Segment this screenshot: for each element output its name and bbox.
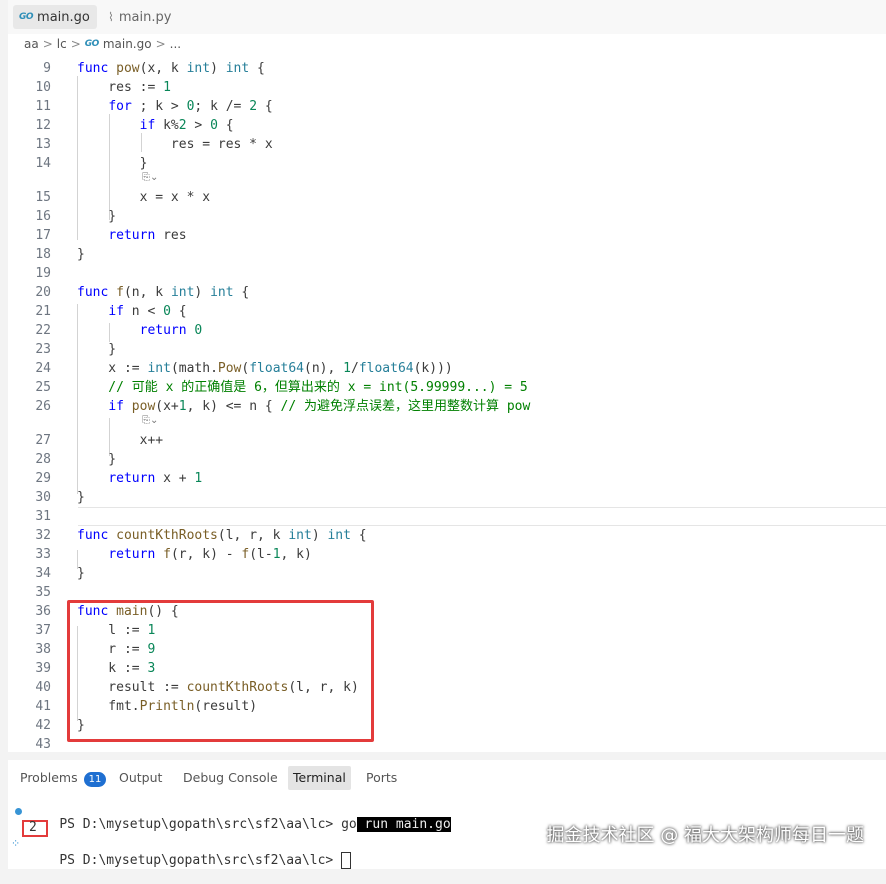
code-line: 18}: [35, 247, 85, 262]
chevron-right-icon: >: [70, 37, 81, 51]
tab-main-py[interactable]: ⌇ main.py: [102, 5, 182, 29]
code-line: 33 return f(r, k) - f(l-1, k): [35, 547, 312, 562]
code-text: }: [77, 209, 117, 224]
code-line: 16 }: [35, 209, 117, 224]
code-line: 29 return x + 1: [35, 471, 203, 486]
code-line: 27 x++: [35, 433, 164, 448]
tab-label: main.py: [118, 9, 172, 25]
tab-ports[interactable]: Ports: [366, 766, 397, 790]
code-line: 13 res = res * x: [35, 137, 273, 152]
terminal-selection: run main.go: [356, 817, 451, 832]
tab-label: Problems: [20, 770, 78, 785]
terminal-prompt: PS D:\mysetup\gopath\src\sf2\aa\lc>: [59, 853, 342, 868]
code-text: if k%2 > 0 {: [139, 118, 234, 133]
bottom-panel: Problems 11 Output Debug Console Termina…: [8, 760, 886, 869]
code-text: x = x * x: [77, 190, 211, 205]
code-line: 17 return res: [35, 228, 187, 243]
breadcrumb-item[interactable]: lc: [57, 37, 67, 51]
code-text: }: [77, 452, 117, 467]
code-line: 32 func countKthRoots(l, r, k int) int {: [35, 528, 367, 543]
terminal-output: 2: [29, 820, 37, 835]
code-line: 25 // 可能 x 的正确值是 6，但算出来的 x = int(5.99999…: [35, 380, 528, 395]
code-text: func f(n, k int) int {: [77, 285, 250, 300]
code-text: }: [77, 490, 85, 505]
terminal-cursor: [341, 852, 352, 869]
code-text: }: [77, 342, 117, 357]
code-line: 19: [35, 266, 51, 281]
code-text: }: [77, 156, 148, 171]
code-text: }: [77, 566, 85, 581]
panel-tab-bar: Problems 11 Output Debug Console Termina…: [8, 766, 886, 790]
watermark: 掘金技术社区 @ 福大大架构师每日一题: [546, 825, 864, 846]
editor-tab-bar: GO main.go ⌇ main.py: [8, 0, 886, 34]
go-file-icon: GO: [84, 39, 100, 49]
chevron-right-icon: >: [155, 37, 166, 51]
code-text: return f(r, k) - f(l-1, k): [108, 547, 312, 562]
code-line: 24 x := int(math.Pow(float64(n), 1/float…: [35, 361, 453, 376]
code-comment: // 可能 x 的正确值是 6，但算出来的 x = int(5.99999...…: [77, 380, 528, 395]
code-editor[interactable]: 9 func pow(x, k int) int { 10 res := 1 11…: [8, 54, 886, 752]
code-line: 10 res := 1: [35, 80, 171, 95]
code-line: 23 }: [35, 342, 117, 357]
code-line: 12 if k%2 > 0 {: [35, 118, 234, 133]
code-line: 34}: [35, 566, 85, 581]
tab-terminal[interactable]: Terminal: [288, 766, 351, 790]
terminal-command: go: [341, 817, 357, 832]
code-text: func countKthRoots(l, r, k int) int {: [77, 528, 367, 543]
copilot-hint-icon[interactable]: ⎘⌄: [142, 415, 158, 426]
code-text: func pow(x, k int) int {: [77, 61, 265, 76]
code-line: 15 x = x * x: [35, 190, 211, 205]
breadcrumb-item[interactable]: main.go: [103, 37, 152, 51]
code-line: 21 if n < 0 {: [35, 304, 187, 319]
panel-divider[interactable]: [8, 752, 886, 760]
tab-debug-console[interactable]: Debug Console: [183, 766, 278, 790]
code-line: 11 for ; k > 0; k /= 2 {: [35, 99, 273, 114]
code-text: res := 1: [77, 80, 171, 95]
code-text: if n < 0 {: [108, 304, 187, 319]
code-line: 22 return 0: [35, 323, 203, 338]
code-text: x++: [77, 433, 164, 448]
code-text: if pow(x+1, k) <= n { // 为避免浮点误差，这里用整数计算…: [108, 399, 531, 414]
copilot-hint-icon[interactable]: ⎘⌄: [142, 172, 158, 183]
code-line: 14 }: [35, 156, 148, 171]
code-line: 30}: [35, 490, 85, 505]
breadcrumb-item[interactable]: ...: [170, 37, 181, 51]
terminal-prompt: PS D:\mysetup\gopath\src\sf2\aa\lc>: [59, 817, 342, 832]
code-text: return x + 1: [108, 471, 203, 486]
tab-output[interactable]: Output: [119, 766, 162, 790]
command-status-dot-icon[interactable]: [15, 808, 22, 815]
tab-main-go[interactable]: GO main.go: [13, 5, 97, 29]
code-text: }: [77, 247, 85, 262]
code-line: 9 func pow(x, k int) int {: [43, 61, 265, 76]
main-function-highlight-box: [67, 600, 374, 742]
go-file-icon: GO: [19, 12, 34, 22]
current-line-highlight: [78, 507, 886, 526]
tab-label: main.go: [37, 9, 90, 25]
command-decoration-icon[interactable]: ⁘: [11, 837, 20, 850]
code-text: return res: [108, 228, 187, 243]
problems-count-badge: 11: [83, 772, 107, 787]
code-line: 26 if pow(x+1, k) <= n { // 为避免浮点误差，这里用整…: [35, 399, 531, 414]
code-line: 20 func f(n, k int) int {: [35, 285, 250, 300]
code-text: for ; k > 0; k /= 2 {: [108, 99, 273, 114]
code-text: x := int(math.Pow(float64(n), 1/float64(…: [77, 361, 453, 376]
code-line: 28 }: [35, 452, 117, 467]
tab-problems[interactable]: Problems 11: [20, 766, 107, 790]
breadcrumb-item[interactable]: aa: [24, 37, 39, 51]
code-text: res = res * x: [77, 137, 273, 152]
terminal-line[interactable]: PS D:\mysetup\gopath\src\sf2\aa\lc>: [28, 837, 352, 884]
chevron-right-icon: >: [42, 37, 53, 51]
breadcrumb: aa > lc > GO main.go > ...: [8, 34, 886, 54]
python-file-icon: ⌇: [108, 10, 114, 24]
code-text: return 0: [139, 323, 203, 338]
